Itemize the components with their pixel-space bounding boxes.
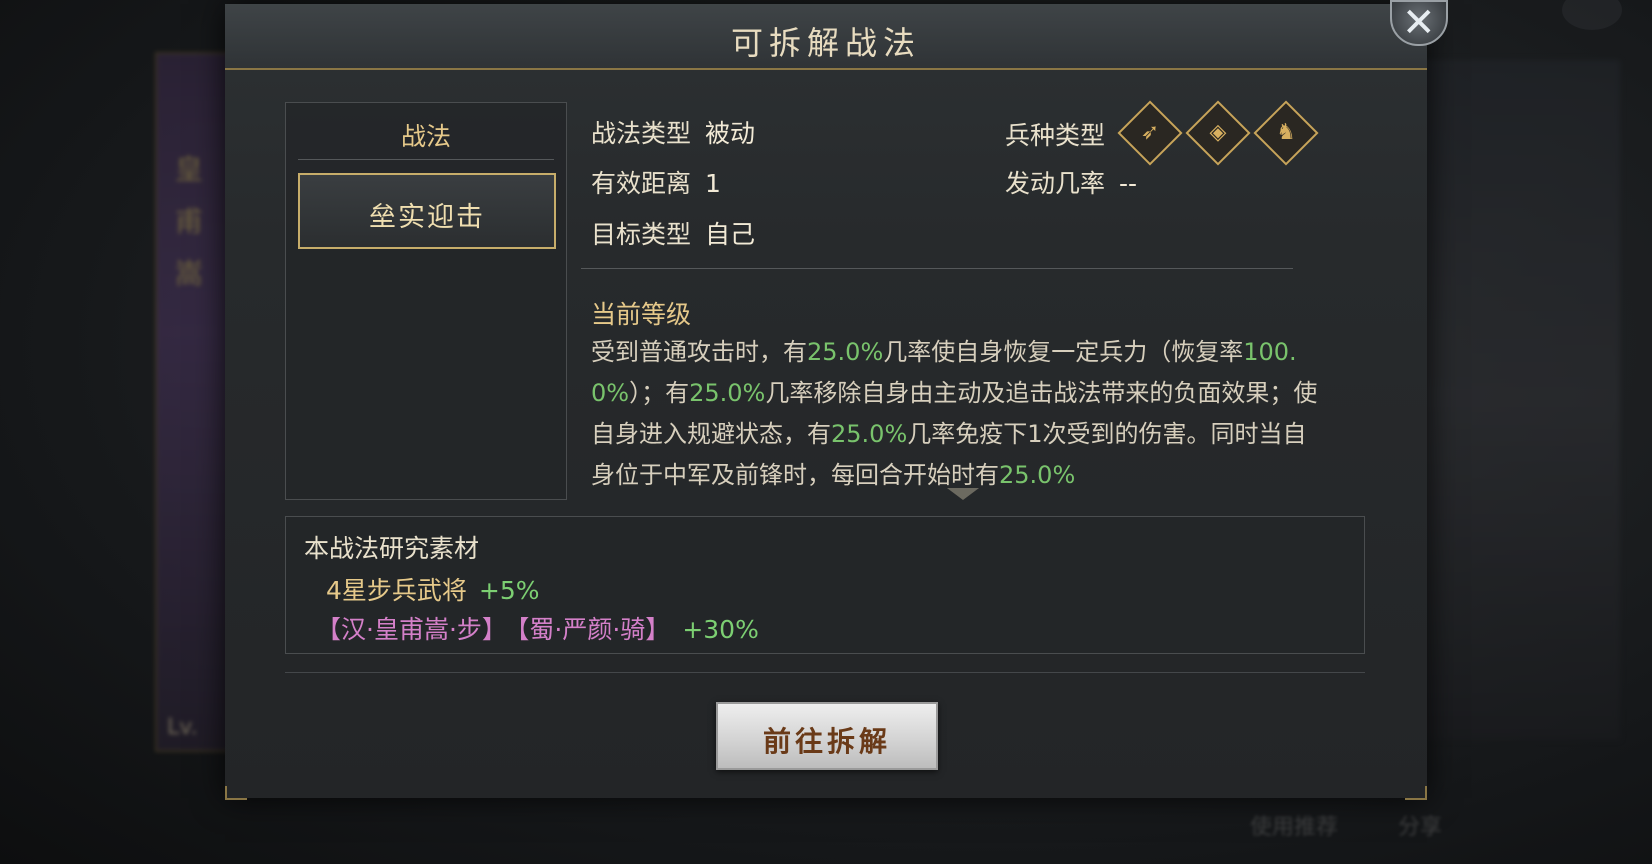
decompose-skill-dialog: 可拆解战法 战法 垒实迎击 战法类型 被动 有效距离 1 目标类型 自己 兵种类型 ➶… xyxy=(225,4,1427,800)
shield-icon: ◈ xyxy=(1185,100,1251,166)
material-star-infantry-name: 4星步兵武将 xyxy=(326,576,467,605)
background-top-right-ornament xyxy=(1562,0,1622,30)
material-line-star-infantry: 4星步兵武将 +5% xyxy=(326,571,540,607)
dialog-header: 可拆解战法 xyxy=(225,4,1427,70)
description-text: 几率使自身恢复一定兵力（恢复率 xyxy=(883,338,1244,366)
background-recommend-label: 使用推荐 xyxy=(1250,815,1339,840)
bottom-divider xyxy=(285,672,1365,673)
skill-type-label: 战法类型 xyxy=(591,119,692,148)
skill-type-value: 被动 xyxy=(705,119,756,148)
background-share-label: 分享 xyxy=(1398,815,1443,840)
material-generals-bonus: +30% xyxy=(682,615,759,644)
troop-type-row: 兵种类型 ➶ ◈ ♞ xyxy=(1005,100,1319,166)
background-right-panel xyxy=(1420,60,1620,740)
scroll-down-arrow-icon[interactable] xyxy=(947,488,979,500)
skill-list-divider xyxy=(298,159,554,160)
material-line-generals: 【汉·皇甫嵩·步】 【蜀·严颜·骑】 +30% xyxy=(316,610,759,646)
bow-icon: ➶ xyxy=(1117,100,1183,166)
skill-list-item[interactable]: 垒实迎击 xyxy=(298,173,556,249)
research-material-box: 本战法研究素材 4星步兵武将 +5% 【汉·皇甫嵩·步】 【蜀·严颜·骑】 +30% xyxy=(285,516,1365,654)
range-value: 1 xyxy=(705,169,721,198)
description-highlight-value: 25.0% xyxy=(831,420,908,448)
description-highlight-value: 25.0% xyxy=(689,379,766,407)
background-card-level: Lv. xyxy=(167,715,198,740)
background-bottom-bar: 使用推荐 分享 xyxy=(1250,800,1630,850)
trigger-rate-row: 发动几率 -- xyxy=(1005,164,1137,200)
game-screen: 皇甫嵩 Lv. 使用推荐 分享 可拆解战法 战法 垒实迎击 战法类型 被动 有效距… xyxy=(0,0,1652,864)
corner-ornament-right xyxy=(1405,786,1427,800)
skill-list-item-label: 垒实迎击 xyxy=(369,202,485,233)
description-text: 受到普通攻击时，有 xyxy=(591,338,807,366)
skill-type-row: 战法类型 被动 xyxy=(591,114,755,150)
skill-list-title: 战法 xyxy=(400,122,451,151)
material-star-infantry-bonus: +5% xyxy=(478,576,540,605)
close-button[interactable]: ✕ xyxy=(1390,0,1448,46)
material-general-yanyan[interactable]: 【蜀·严颜·骑】 xyxy=(517,615,670,644)
corner-ornament-left xyxy=(225,786,247,800)
background-card-name: 皇甫嵩 xyxy=(175,153,204,290)
troop-type-label: 兵种类型 xyxy=(1005,121,1106,150)
go-decompose-button[interactable]: 前往拆解 xyxy=(716,702,938,770)
material-title: 本战法研究素材 xyxy=(304,534,480,563)
target-row: 目标类型 自己 xyxy=(591,215,755,251)
current-level-title: 当前等级 xyxy=(591,300,692,329)
target-label: 目标类型 xyxy=(591,220,692,249)
description-highlight-value: 25.0% xyxy=(807,338,884,366)
range-label: 有效距离 xyxy=(591,169,692,198)
trigger-rate-label: 发动几率 xyxy=(1005,169,1106,198)
skill-list-panel: 战法 垒实迎击 xyxy=(285,102,567,500)
description-highlight-value: 25.0% xyxy=(999,461,1076,489)
dialog-title: 可拆解战法 xyxy=(730,24,921,62)
horse-icon: ♞ xyxy=(1253,100,1319,166)
info-divider xyxy=(581,268,1293,269)
material-general-huangfusong[interactable]: 【汉·皇甫嵩·步】 xyxy=(316,615,507,644)
close-icon: ✕ xyxy=(1402,0,1436,46)
target-value: 自己 xyxy=(705,220,756,249)
skill-description[interactable]: 受到普通攻击时，有25.0%几率使自身恢复一定兵力（恢复率100.0%）；有25… xyxy=(591,332,1329,496)
description-text: ）；有 xyxy=(629,379,690,407)
range-row: 有效距离 1 xyxy=(591,164,721,200)
go-decompose-button-label: 前往拆解 xyxy=(762,725,891,758)
trigger-rate-value: -- xyxy=(1119,169,1138,198)
